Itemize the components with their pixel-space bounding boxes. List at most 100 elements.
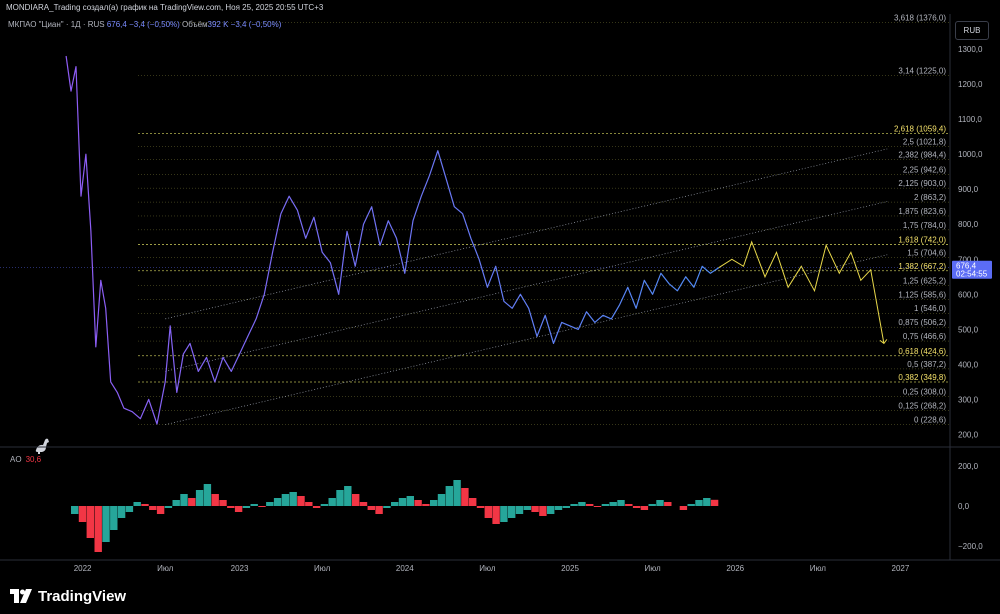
fib-label: 2,25 (942,6) [903,165,946,174]
ao-bar [195,490,204,506]
price-series [65,55,720,425]
ao-bar [500,506,508,522]
ao-bar [593,506,602,507]
price-tick-label: 900,0 [958,185,979,194]
fib-label: 0,5 (387,2) [907,360,946,369]
time-axis[interactable]: 2022 Июл 2023 Июл 2024 Июл 2025 Июл 2026 Июл 2027 [74,564,910,573]
ao-bar [258,506,266,507]
fib-label: 1,25 (625,2) [903,276,946,285]
fib-label: 0,875 (506,2) [898,318,946,327]
ao-bar [422,504,430,506]
ao-bar [227,506,235,508]
ao-bar [234,506,243,512]
ao-bar [102,506,110,542]
ao-bar [648,504,656,506]
ao-bar [695,500,703,506]
ao-bar [156,506,165,514]
last-price-time: 02:54:55 [956,270,988,279]
time-tick-label: Июл [314,564,331,573]
fib-label: 0,618 (424,6) [898,347,946,356]
tradingview-logo[interactable]: TradingView [10,585,126,607]
ao-bar [320,504,329,506]
ao-bar [562,506,570,508]
fib-label: 0,382 (349,8) [898,373,946,382]
ao-bar [508,506,516,518]
volume-label: Объём [182,20,208,29]
symbol-legend[interactable]: МКПАО "Циан" · 1Д · RUS 676,4 −3,4 (−0,5… [8,20,281,29]
fib-label: 1,5 (704,6) [907,249,946,258]
fib-label: 2,125 (903,0) [898,179,946,188]
time-tick-label: 2025 [561,564,579,573]
time-tick-label: 2027 [892,564,910,573]
ao-bar [344,486,352,506]
fib-label: 1,125 (585,6) [898,290,946,299]
ao-bar [554,506,563,510]
symbol-name: МКПАО "Циан" · 1Д · RUS [8,20,105,29]
dino-icon[interactable] [35,438,49,454]
fib-label: 3,14 (1225,0) [898,66,946,75]
ao-bar [281,494,290,506]
ao-bar [164,506,173,508]
ao-bar [523,506,531,510]
ao-bar [328,498,336,506]
ao-bar [289,492,297,506]
ao-legend[interactable]: AO 30,6 [10,455,41,464]
brand-name: TradingView [38,587,127,605]
ao-bar [515,506,524,514]
ao-tick-label: 200,0 [958,462,979,471]
price-tick-label: 1300,0 [958,45,983,54]
legend-change: −3,4 (−0,50%) [129,20,180,29]
ao-bar [710,499,719,506]
ao-bar [305,502,313,506]
ao-bar [703,498,711,506]
ao-bar [578,502,586,506]
fib-label: 2,5 (1021,8) [903,138,946,147]
price-tick-label: 400,0 [958,360,979,369]
ao-bar [141,504,149,506]
price-tick-label: 1100,0 [958,115,982,124]
price-tick-label: 200,0 [958,430,979,439]
price-axis[interactable]: 200,0300,0400,0500,0600,0700,0800,0900,0… [958,45,983,439]
ao-bar [445,486,453,506]
time-tick-label: 2023 [231,564,249,573]
forecast-path [718,240,888,345]
ao-bar [266,502,274,506]
forecast-line [718,240,885,344]
time-tick-label: 2022 [74,564,92,573]
fib-label: 0,25 (308,0) [903,388,946,397]
ao-bar [656,500,664,506]
ao-bar [640,506,649,510]
ao-bar [664,502,672,506]
currency-button[interactable]: RUB [955,21,989,40]
ao-bar [437,494,446,506]
fib-label: 1,875 (823,6) [898,207,946,216]
ao-bar [398,498,407,506]
time-tick-label: Июл [157,564,174,573]
ao-bar [679,506,688,510]
ao-tick-label: 0,0 [958,502,970,511]
volume-change: −3,4 (−0,50%) [230,20,282,29]
ao-bar [188,498,196,506]
ao-bar [211,494,219,506]
ao-bar [469,498,477,506]
price-line [65,55,720,425]
ao-bar [86,506,94,538]
price-tick-label: 800,0 [958,220,979,229]
fib-label: 1,618 (742,0) [898,236,946,245]
fib-label: 2 (863,2) [914,193,946,202]
ao-bar [414,500,422,506]
fib-label: 2,382 (984,4) [898,151,946,160]
ao-bar [125,506,134,512]
price-tick-label: 300,0 [958,395,979,404]
tradingview-logo-icon [10,589,32,603]
channel-line [165,254,888,426]
ao-bar [601,504,610,506]
chart-canvas[interactable]: 0 (228,6) 0,125 (268,2) 0,25 (308,0) 0,382 … [0,0,1000,614]
ao-bar [492,506,500,524]
price-tick-label: 1200,0 [958,80,983,89]
fib-label: 1 (546,0) [914,304,946,313]
volume-value: 392 K [207,20,229,29]
fib-label: 0,75 (466,6) [903,332,946,341]
fib-label: 1,75 (784,0) [903,221,946,230]
time-tick-label: Июл [479,564,496,573]
